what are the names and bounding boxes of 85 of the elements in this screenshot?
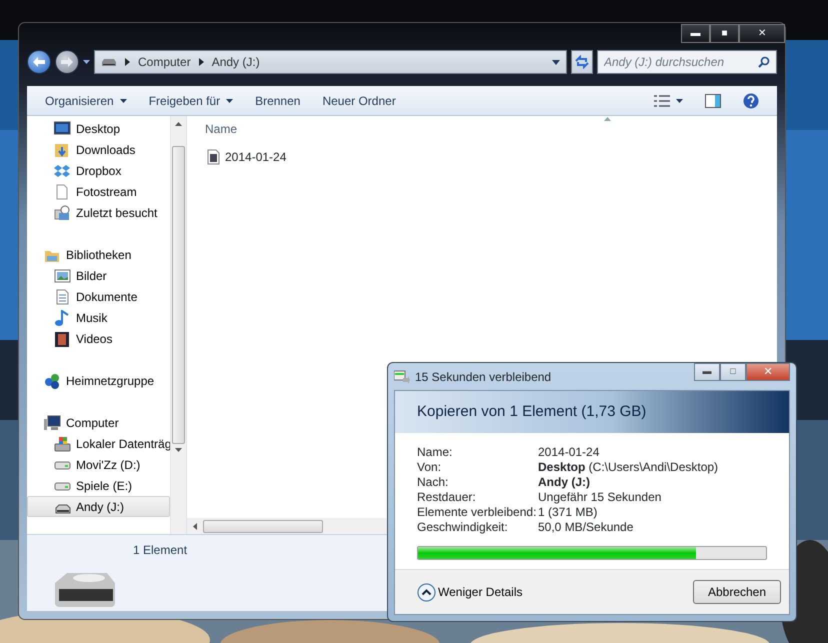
caret-icon bbox=[676, 98, 683, 102]
nav-item[interactable]: Videos bbox=[27, 328, 170, 349]
system-drive-icon bbox=[54, 436, 71, 452]
toolbar-button[interactable]: Freigeben für bbox=[140, 88, 242, 112]
close-button[interactable]: ✕ bbox=[739, 24, 785, 43]
sort-arrow-icon bbox=[604, 117, 611, 121]
address-bar[interactable]: Computer Andy (J:) bbox=[94, 50, 567, 74]
caret-icon bbox=[552, 60, 560, 64]
toolbar-button[interactable]: Organisieren bbox=[37, 88, 135, 112]
maximize-button[interactable]: □ bbox=[720, 363, 746, 381]
scroll-down-icon bbox=[175, 448, 182, 452]
refresh-arrows-icon bbox=[574, 55, 590, 69]
breadcrumb-item[interactable]: Andy (J:) bbox=[212, 53, 260, 71]
nav-item[interactable]: Spiele (E:) bbox=[27, 475, 170, 496]
music-note-icon bbox=[54, 310, 71, 326]
maximize-button[interactable]: ■ bbox=[710, 24, 739, 43]
help-icon bbox=[743, 93, 759, 110]
detail-value: 2014-01-24 bbox=[538, 445, 600, 460]
chevron-right-icon bbox=[198, 58, 204, 66]
detail-value: Desktop (C:\Users\Andi\Desktop) bbox=[538, 460, 718, 475]
detail-value: Andy (J:) bbox=[538, 475, 590, 490]
detail-value: Ungefähr 15 Sekunden bbox=[538, 490, 662, 505]
nav-item[interactable]: Dropbox bbox=[27, 160, 170, 181]
video-file-icon bbox=[207, 149, 220, 165]
column-header[interactable]: Name bbox=[205, 120, 238, 142]
scroll-left-icon bbox=[193, 522, 197, 530]
search-icon bbox=[758, 56, 770, 68]
computer-icon bbox=[44, 414, 61, 430]
homegroup-icon bbox=[44, 372, 61, 388]
cancel-button[interactable]: Abbrechen bbox=[693, 580, 781, 604]
document-icon bbox=[54, 288, 71, 304]
dialog-heading: Kopieren von 1 Element (1,73 GB) bbox=[395, 391, 789, 433]
nav-item[interactable]: Andy (J:) bbox=[27, 496, 170, 517]
nav-item[interactable]: Bibliotheken bbox=[27, 244, 170, 265]
nav-item[interactable]: Desktop bbox=[27, 118, 170, 139]
detail-label: Elemente verbleibend: bbox=[417, 505, 538, 520]
detail-label: Geschwindigkeit: bbox=[417, 520, 509, 535]
toolbar-button[interactable]: Neuer Ordner bbox=[314, 88, 404, 112]
minimize-button[interactable]: ▬ bbox=[694, 363, 720, 381]
detail-value: 50,0 MB/Sekunde bbox=[538, 520, 634, 535]
chevron-right-icon bbox=[125, 58, 130, 66]
breadcrumb-item[interactable]: Computer bbox=[138, 53, 191, 71]
drive-icon bbox=[54, 482, 71, 491]
back-button[interactable] bbox=[27, 50, 51, 74]
scroll-up-icon bbox=[175, 122, 182, 126]
details-view-icon bbox=[654, 94, 670, 106]
caret-icon bbox=[120, 99, 127, 104]
dialog-title: 15 Sekunden verbleibend bbox=[415, 368, 552, 386]
caret-icon bbox=[226, 99, 234, 104]
nav-item[interactable]: Zuletzt besucht bbox=[27, 202, 170, 223]
drive-icon bbox=[101, 57, 117, 67]
refresh-button[interactable] bbox=[571, 50, 593, 74]
film-icon bbox=[54, 330, 71, 346]
caret-icon bbox=[83, 60, 90, 64]
item-count: 1 Element bbox=[133, 542, 188, 559]
scrollbar[interactable] bbox=[170, 116, 186, 534]
nav-item[interactable]: Musik bbox=[27, 307, 170, 328]
recent-places-icon bbox=[54, 204, 71, 220]
arrow-left-icon bbox=[32, 56, 46, 68]
toolbar-button[interactable]: Brennen bbox=[247, 88, 308, 112]
nav-item[interactable]: Dokumente bbox=[27, 286, 170, 307]
nav-item[interactable]: Movi'Zz (D:) bbox=[27, 454, 170, 475]
dropbox-icon bbox=[54, 162, 71, 178]
detail-label: Name: bbox=[417, 445, 454, 460]
minimize-button[interactable]: ▬ bbox=[681, 24, 710, 43]
drive-icon bbox=[54, 461, 71, 470]
nav-item[interactable]: Bilder bbox=[27, 265, 170, 286]
download-folder-icon bbox=[54, 142, 71, 158]
preview-pane-icon bbox=[705, 94, 721, 108]
nav-item[interactable]: Computer bbox=[27, 412, 170, 433]
detail-label: Restdauer: bbox=[417, 490, 477, 505]
nav-item[interactable]: Downloads bbox=[27, 139, 170, 160]
forward-button[interactable] bbox=[55, 50, 79, 74]
nav-item[interactable]: Fotostream bbox=[27, 181, 170, 202]
pictures-icon bbox=[54, 268, 71, 284]
detail-label: Von: bbox=[417, 460, 442, 475]
details-toggle[interactable]: Weniger Details bbox=[417, 582, 522, 602]
chevron-up-icon bbox=[417, 582, 436, 602]
arrow-right-icon bbox=[60, 56, 74, 68]
file-item[interactable]: 2014-01-24 bbox=[187, 142, 777, 166]
nav-item[interactable]: Heimnetzgruppe bbox=[27, 370, 170, 391]
detail-value: 1 (371 MB) bbox=[538, 505, 598, 520]
copy-icon bbox=[394, 370, 410, 384]
detail-label: Nach: bbox=[417, 475, 450, 490]
desktop-icon bbox=[54, 120, 71, 136]
